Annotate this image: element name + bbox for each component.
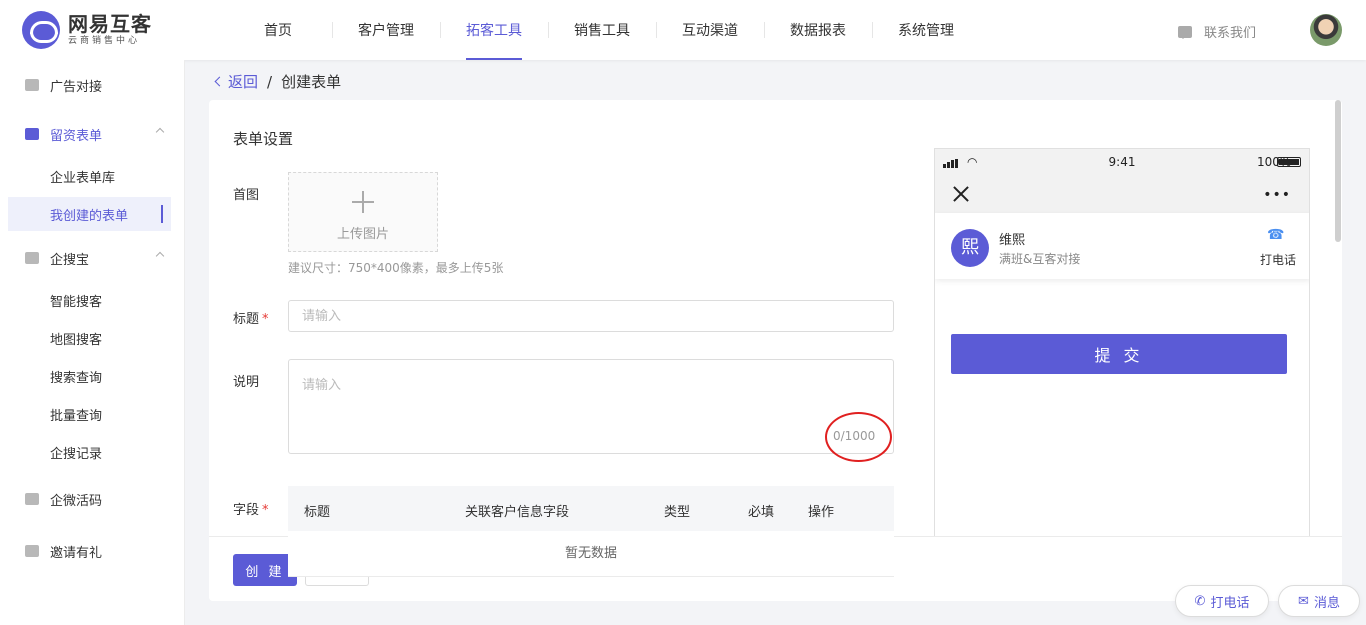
column-title: 标题 [304, 505, 331, 520]
agent-avatar: 熙 [951, 229, 989, 267]
form-icon [25, 128, 39, 140]
contact-us-link[interactable]: 联系我们 [1178, 22, 1256, 41]
submit-button[interactable]: 提 交 [951, 334, 1287, 374]
back-link[interactable]: 返回 [212, 71, 258, 92]
battery-icon [1277, 157, 1301, 167]
cover-image-label: 首图 [233, 188, 260, 203]
top-navbar: 网易互客 云商销售中心 首页 客户管理 拓客工具 销售工具 互动渠道 数据报表 … [0, 0, 1366, 60]
logo-icon [22, 11, 60, 49]
sidebar-item-batch-query[interactable]: 批量查询 [8, 397, 171, 431]
agent-name: 维熙 [999, 233, 1026, 248]
nav-reports[interactable]: 数据报表 [764, 0, 872, 60]
sidebar-item-referral-rewards[interactable]: 邀请有礼 [8, 534, 171, 568]
user-avatar[interactable] [1310, 14, 1342, 46]
sidebar-item-smart-search[interactable]: 智能搜客 [8, 283, 171, 317]
fields-label: 字段 * [233, 503, 269, 518]
sidebar-item-ad-integration[interactable]: 广告对接 [8, 68, 171, 102]
agent-description: 满班&互客对接 [999, 252, 1081, 266]
chat-icon [1178, 25, 1192, 39]
float-call-button[interactable]: ✆ 打电话 [1175, 585, 1269, 617]
required-mark: * [262, 312, 269, 327]
description-label: 说明 [233, 375, 260, 390]
logo-name: 网易互客 [68, 12, 152, 36]
phone-title-bar: ••• [935, 175, 1309, 213]
chevron-up-icon [155, 127, 165, 137]
page-scrollbar[interactable] [1335, 100, 1341, 242]
search-doc-icon [25, 252, 39, 264]
column-required: 必填 [748, 505, 775, 520]
column-actions: 操作 [808, 505, 835, 520]
agent-card: 熙 维熙 满班&互客对接 ☎ 打电话 [935, 213, 1309, 279]
phone-status-bar: ◠ 9:41 100% [935, 149, 1309, 175]
sidebar-item-form-library[interactable]: 企业表单库 [8, 159, 171, 193]
active-nav-indicator [466, 58, 522, 60]
upload-hint: 建议尺寸：750*400像素，最多上传5张 [288, 261, 504, 275]
annotation-circle [825, 412, 892, 462]
column-linked-field: 关联客户信息字段 [465, 505, 570, 520]
logo-subtitle: 云商销售中心 [68, 36, 141, 46]
breadcrumb: 返回 / 创建表单 [212, 71, 341, 92]
gift-icon [25, 545, 39, 557]
phone-icon: ✆ [1194, 593, 1206, 609]
fields-table: 标题 关联客户信息字段 类型 必填 操作 [288, 486, 894, 531]
sidebar-item-search-query[interactable]: 搜索查询 [8, 359, 171, 393]
logo[interactable]: 网易互客 云商销售中心 [22, 11, 152, 49]
title-input[interactable] [288, 300, 894, 332]
nav-prospecting-tools[interactable]: 拓客工具 [440, 0, 548, 60]
phone-icon[interactable]: ☎ [1267, 227, 1284, 243]
main-nav: 首页 客户管理 拓客工具 销售工具 互动渠道 数据报表 系统管理 [224, 0, 980, 60]
sidebar-item-enterprise-search[interactable]: 企搜宝 [8, 241, 171, 275]
chevron-up-icon [155, 251, 165, 261]
image-upload[interactable]: 上传图片 [288, 172, 438, 252]
close-icon[interactable] [952, 185, 970, 203]
nav-customers[interactable]: 客户管理 [332, 0, 440, 60]
sidebar-item-search-history[interactable]: 企搜记录 [8, 435, 171, 469]
float-message-button[interactable]: ✉ 消息 [1278, 585, 1360, 617]
contact-us-label: 联系我们 [1204, 26, 1257, 41]
mobile-preview: ◠ 9:41 100% ••• 熙 维熙 满班&互客对接 ☎ 打电话 提 交 [934, 148, 1310, 548]
sidebar-item-lead-forms[interactable]: 留资表单 [8, 117, 171, 151]
nav-channels[interactable]: 互动渠道 [656, 0, 764, 60]
required-mark: * [262, 503, 269, 518]
sidebar-item-my-forms[interactable]: 我创建的表单 [8, 197, 171, 231]
more-icon[interactable]: ••• [1263, 187, 1291, 203]
section-title: 表单设置 [233, 130, 294, 148]
title-label: 标题 * [233, 312, 269, 327]
qrcode-icon [25, 493, 39, 505]
sidebar: 广告对接 留资表单 企业表单库 我创建的表单 企搜宝 智能搜客 地图搜客 搜索查… [0, 60, 185, 625]
form-editor-card: 表单设置 首图 上传图片 建议尺寸：750*400像素，最多上传5张 标题* 说… [209, 100, 1342, 601]
breadcrumb-current: 创建表单 [281, 73, 342, 91]
nav-system[interactable]: 系统管理 [872, 0, 980, 60]
upload-label: 上传图片 [336, 227, 389, 242]
nav-home[interactable]: 首页 [224, 0, 332, 60]
sidebar-item-map-search[interactable]: 地图搜客 [8, 321, 171, 355]
plus-icon [352, 191, 374, 213]
column-type: 类型 [664, 505, 691, 520]
table-empty-row: 暂无数据 [288, 531, 894, 577]
call-label[interactable]: 打电话 [1260, 251, 1296, 268]
chevron-left-icon [214, 76, 225, 87]
description-textarea[interactable] [288, 359, 894, 454]
nav-sales-tools[interactable]: 销售工具 [548, 0, 656, 60]
table-header: 标题 关联客户信息字段 类型 必填 操作 [288, 486, 894, 531]
phone-time: 9:41 [1108, 155, 1136, 169]
message-icon: ✉ [1298, 593, 1309, 609]
sidebar-item-wecom-code[interactable]: 企微活码 [8, 482, 171, 516]
monitor-icon [25, 79, 39, 91]
breadcrumb-separator: / [267, 72, 273, 91]
